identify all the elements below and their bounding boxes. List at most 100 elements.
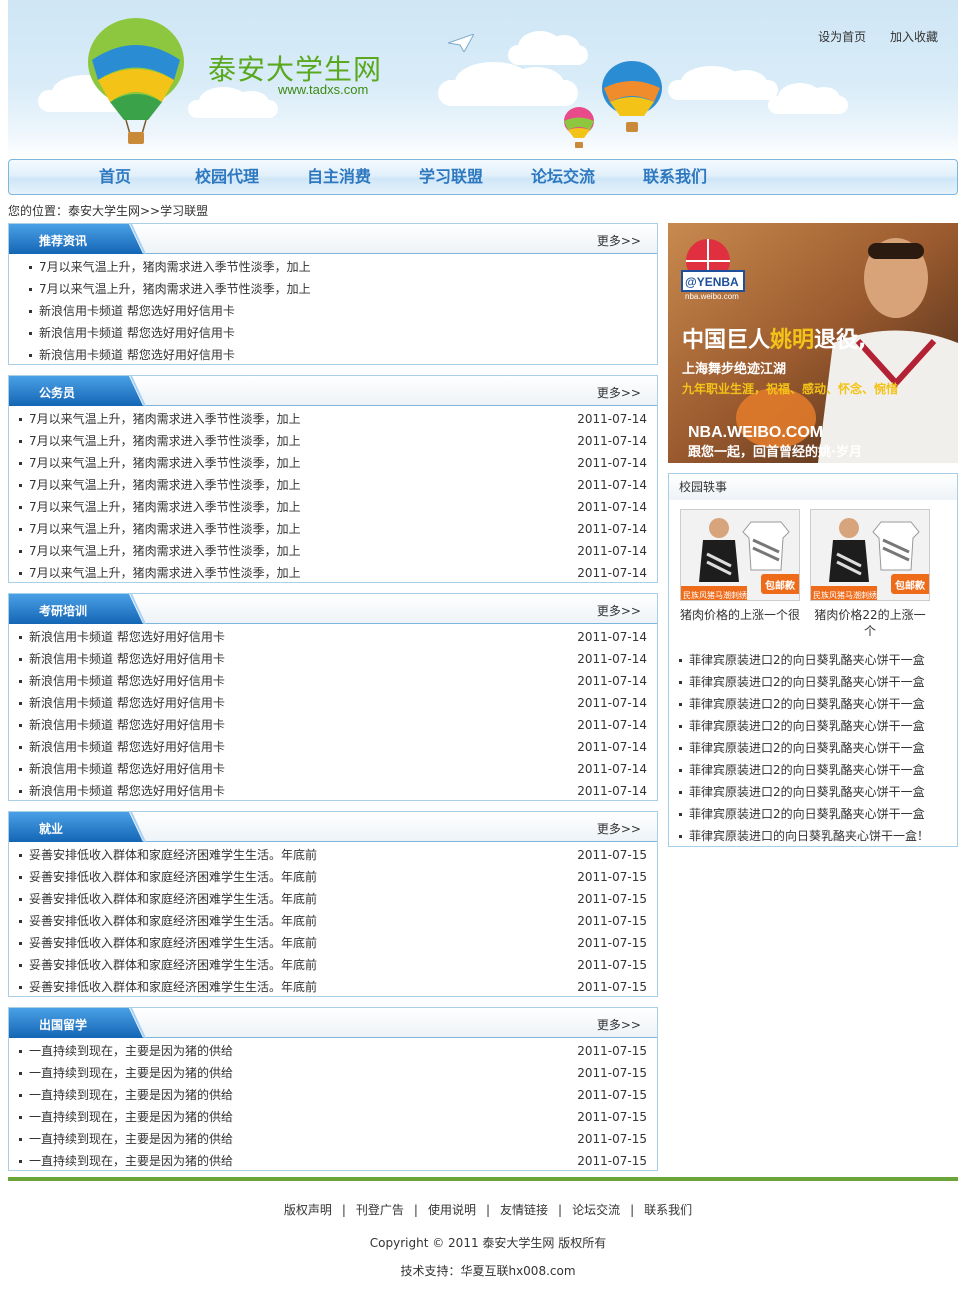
ad-line-5: 跟您一起，回首曾经的姚·岁月 xyxy=(688,444,862,460)
news-item[interactable]: 新浪信用卡频道 帮您选好用好信用卡 2011-07-14 xyxy=(9,670,657,692)
news-item-date: 2011-07-14 xyxy=(577,652,647,666)
campus-thumb[interactable]: 民族风猪马潮刺绣 包邮款 猪肉价格的上涨一个很 xyxy=(680,509,800,623)
news-item-title: 新浪信用卡频道 帮您选好用好信用卡 xyxy=(39,348,235,362)
news-item[interactable]: 一直持续到现在，主要是因为猪的供给 2011-07-15 xyxy=(9,1150,657,1172)
nav-item-campus-agent[interactable]: 校园代理 xyxy=(171,160,283,194)
news-item[interactable]: 7月以来气温上升，猪肉需求进入季节性淡季，加上 2011-07-14 xyxy=(9,496,657,518)
section-title: 推荐资讯 xyxy=(39,234,88,248)
news-item-title: 7月以来气温上升，猪肉需求进入季节性淡季，加上 xyxy=(29,522,301,536)
news-item[interactable]: 7月以来气温上升，猪肉需求进入季节性淡季，加上 2011-07-14 xyxy=(9,408,657,430)
news-item[interactable]: 一直持续到现在，主要是因为猪的供给 2011-07-15 xyxy=(9,1106,657,1128)
list-item[interactable]: 菲律宾原装进口2的向日葵乳酪夹心饼干一盒 xyxy=(669,737,929,759)
news-item[interactable]: 7月以来气温上升，猪肉需求进入季节性淡季，加上 2011-07-14 xyxy=(9,430,657,452)
list-item[interactable]: 菲律宾原装进口2的向日葵乳酪夹心饼干一盒 xyxy=(669,781,929,803)
news-item[interactable]: 7月以来气温上升，猪肉需求进入季节性淡季，加上 2011-07-14 xyxy=(9,452,657,474)
nav-item-forum[interactable]: 论坛交流 xyxy=(507,160,619,194)
news-item[interactable]: 7月以来气温上升，猪肉需求进入季节性淡季，加上 xyxy=(9,256,657,278)
news-list: 新浪信用卡频道 帮您选好用好信用卡 2011-07-14 新浪信用卡频道 帮您选好用… xyxy=(9,624,657,802)
news-item[interactable]: 新浪信用卡频道 帮您选好用好信用卡 2011-07-14 xyxy=(9,780,657,802)
list-item[interactable]: 菲律宾原装进口2的向日葵乳酪夹心饼干一盒 xyxy=(669,759,929,781)
news-item[interactable]: 妥善安排低收入群体和家庭经济困难学生生活。年底前 2011-07-15 xyxy=(9,910,657,932)
news-item[interactable]: 妥善安排低收入群体和家庭经济困难学生生活。年底前 2011-07-15 xyxy=(9,932,657,954)
news-item-title: 7月以来气温上升，猪肉需求进入季节性淡季，加上 xyxy=(39,282,311,296)
campus-thumb[interactable]: 民族风猪马潮刺绣 包邮款 猪肉价格22的上涨一个 xyxy=(810,509,930,639)
news-item[interactable]: 新浪信用卡频道 帮您选好用好信用卡 2011-07-14 xyxy=(9,626,657,648)
footer-link-forum[interactable]: 论坛交流 xyxy=(572,1203,620,1217)
list-item[interactable]: 菲律宾原装进口2的向日葵乳酪夹心饼干一盒 xyxy=(669,649,929,671)
svg-text:民族风猪马潮刺绣: 民族风猪马潮刺绣 xyxy=(683,590,747,600)
news-item[interactable]: 7月以来气温上升，猪肉需求进入季节性淡季，加上 xyxy=(9,278,657,300)
news-item[interactable]: 妥善安排低收入群体和家庭经济困难学生生活。年底前 2011-07-15 xyxy=(9,866,657,888)
news-item[interactable]: 新浪信用卡频道 帮您选好用好信用卡 xyxy=(9,344,657,366)
svg-text:包邮款: 包邮款 xyxy=(895,579,926,592)
footer-separator: | xyxy=(341,1203,346,1217)
section-header: 就业 更多>> xyxy=(9,812,657,842)
news-item[interactable]: 妥善安排低收入群体和家庭经济困难学生生活。年底前 2011-07-15 xyxy=(9,844,657,866)
news-item[interactable]: 妥善安排低收入群体和家庭经济困难学生生活。年底前 2011-07-15 xyxy=(9,976,657,998)
nav-item-home[interactable]: 首页 xyxy=(59,160,171,194)
news-item-date: 2011-07-14 xyxy=(577,522,647,536)
footer-link-copyright[interactable]: 版权声明 xyxy=(284,1203,332,1217)
news-item-title: 一直持续到现在，主要是因为猪的供给 xyxy=(29,1066,234,1080)
news-item-title: 妥善安排低收入群体和家庭经济困难学生生活。年底前 xyxy=(29,848,318,862)
ad-line-3: 九年职业生涯，祝福、感动、怀念、惋惜 xyxy=(681,381,898,396)
footer-separator: | xyxy=(558,1203,563,1217)
news-item[interactable]: 新浪信用卡频道 帮您选好用好信用卡 2011-07-14 xyxy=(9,648,657,670)
cloud-decoration xyxy=(668,66,778,100)
more-link[interactable]: 更多>> xyxy=(597,232,641,249)
news-item[interactable]: 新浪信用卡频道 帮您选好用好信用卡 2011-07-14 xyxy=(9,714,657,736)
nav-item-self-consume[interactable]: 自主消费 xyxy=(283,160,395,194)
news-item[interactable]: 一直持续到现在，主要是因为猪的供给 2011-07-15 xyxy=(9,1128,657,1150)
footer-link-usage[interactable]: 使用说明 xyxy=(428,1203,476,1217)
section-postgrad-training: 考研培训 更多>> 新浪信用卡频道 帮您选好用好信用卡 2011-07-14 新浪信用卡… xyxy=(8,593,658,801)
news-item-date: 2011-07-14 xyxy=(577,696,647,710)
news-item[interactable]: 新浪信用卡频道 帮您选好用好信用卡 2011-07-14 xyxy=(9,736,657,758)
news-item[interactable]: 一直持续到现在，主要是因为猪的供给 2011-07-15 xyxy=(9,1040,657,1062)
yao-ming-ad-banner[interactable]: @YENBA nba.weibo.com 中国巨人姚明退役, 上海舞步绝迹江湖 … xyxy=(668,223,958,463)
section-header: 公务员 更多>> xyxy=(9,376,657,406)
set-homepage-link[interactable]: 设为首页 xyxy=(818,30,866,44)
footer-link-contact[interactable]: 联系我们 xyxy=(644,1203,692,1217)
news-item-date: 2011-07-15 xyxy=(577,914,647,928)
add-favorite-link[interactable]: 加入收藏 xyxy=(890,30,938,44)
nav-item-study-alliance[interactable]: 学习联盟 xyxy=(395,160,507,194)
news-item-title: 一直持续到现在，主要是因为猪的供给 xyxy=(29,1154,234,1168)
footer-link-friend-links[interactable]: 友情链接 xyxy=(500,1203,548,1217)
hot-air-balloon-icon xyxy=(602,61,662,132)
cloud-decoration xyxy=(768,83,848,114)
nav-item-contact[interactable]: 联系我们 xyxy=(619,160,731,194)
section-civil-servant: 公务员 更多>> 7月以来气温上升，猪肉需求进入季节性淡季，加上 2011-07-14… xyxy=(8,375,658,583)
more-link[interactable]: 更多>> xyxy=(597,384,641,401)
news-item[interactable]: 7月以来气温上升，猪肉需求进入季节性淡季，加上 2011-07-14 xyxy=(9,562,657,584)
list-item[interactable]: 菲律宾原装进口2的向日葵乳酪夹心饼干一盒 xyxy=(669,693,929,715)
news-item[interactable]: 7月以来气温上升，猪肉需求进入季节性淡季，加上 2011-07-14 xyxy=(9,518,657,540)
news-item[interactable]: 一直持续到现在，主要是因为猪的供给 2011-07-15 xyxy=(9,1062,657,1084)
news-item[interactable]: 新浪信用卡频道 帮您选好用好信用卡 xyxy=(9,300,657,322)
more-link[interactable]: 更多>> xyxy=(597,820,641,837)
footer-separator: | xyxy=(413,1203,418,1217)
tshirt-product-image: 民族风猪马潮刺绣 包邮款 xyxy=(680,509,800,601)
news-item-date: 2011-07-14 xyxy=(577,500,647,514)
cloud-decoration xyxy=(508,31,588,65)
copyright-text: Copyright © 2011 泰安大学生网 版权所有 xyxy=(369,1236,607,1250)
news-item[interactable]: 7月以来气温上升，猪肉需求进入季节性淡季，加上 2011-07-14 xyxy=(9,474,657,496)
news-item[interactable]: 7月以来气温上升，猪肉需求进入季节性淡季，加上 2011-07-14 xyxy=(9,540,657,562)
news-item-title: 妥善安排低收入群体和家庭经济困难学生生活。年底前 xyxy=(29,936,318,950)
more-link[interactable]: 更多>> xyxy=(597,602,641,619)
list-item[interactable]: 菲律宾原装进口2的向日葵乳酪夹心饼干一盒 xyxy=(669,803,929,825)
news-item[interactable]: 妥善安排低收入群体和家庭经济困难学生生活。年底前 2011-07-15 xyxy=(9,954,657,976)
list-item[interactable]: 菲律宾原装进口2的向日葵乳酪夹心饼干一盒 xyxy=(669,715,929,737)
news-item[interactable]: 新浪信用卡频道 帮您选好用好信用卡 2011-07-14 xyxy=(9,758,657,780)
news-item[interactable]: 新浪信用卡频道 帮您选好用好信用卡 xyxy=(9,322,657,344)
footer-divider xyxy=(8,1177,958,1181)
news-item[interactable]: 一直持续到现在，主要是因为猪的供给 2011-07-15 xyxy=(9,1084,657,1106)
more-link[interactable]: 更多>> xyxy=(597,1016,641,1033)
news-item[interactable]: 新浪信用卡频道 帮您选好用好信用卡 2011-07-14 xyxy=(9,692,657,714)
list-item[interactable]: 菲律宾原装进口2的向日葵乳酪夹心饼干一盒 xyxy=(669,671,929,693)
footer-link-advertise[interactable]: 刊登广告 xyxy=(356,1203,404,1217)
section-tab-shape xyxy=(9,812,146,842)
news-item-date: 2011-07-15 xyxy=(577,870,647,884)
list-item[interactable]: 菲律宾原装进口的向日葵乳酪夹心饼干一盒！ xyxy=(669,825,929,847)
news-item[interactable]: 妥善安排低收入群体和家庭经济困难学生生活。年底前 2011-07-15 xyxy=(9,888,657,910)
news-item-date: 2011-07-14 xyxy=(577,478,647,492)
